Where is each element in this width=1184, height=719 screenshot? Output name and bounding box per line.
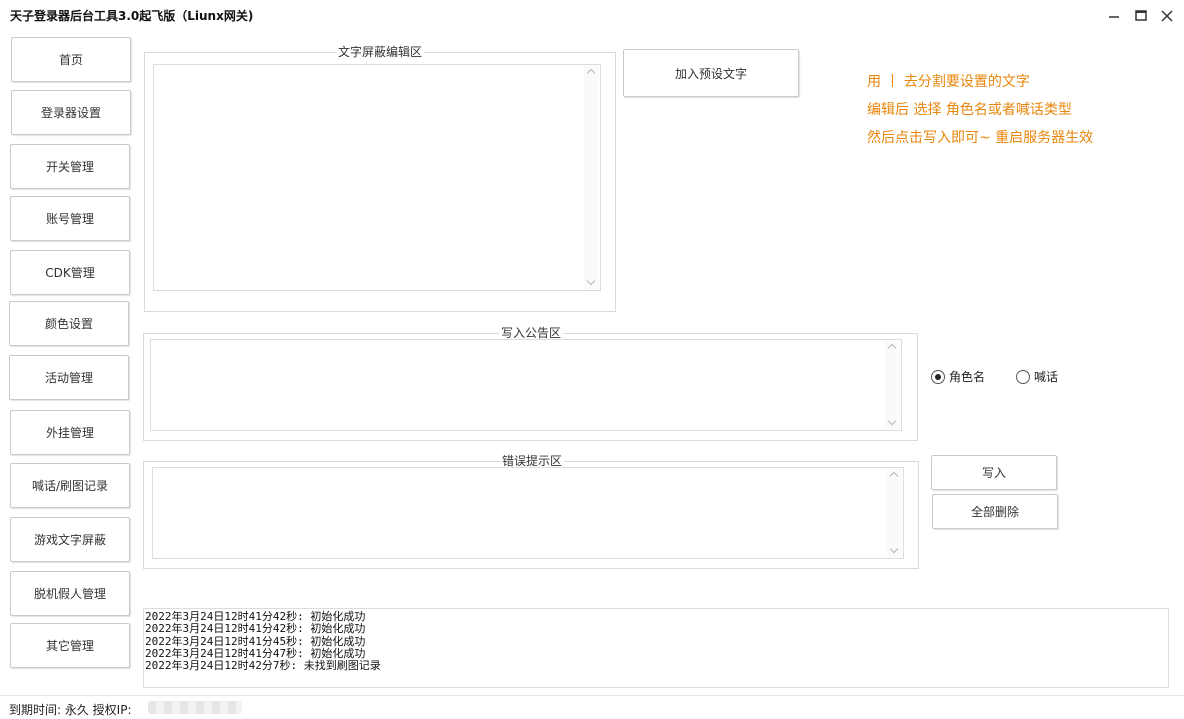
redacted-ip-value — [148, 701, 242, 714]
sidebar-item-label: 活动管理 — [44, 371, 93, 385]
scroll-up-icon[interactable] — [887, 343, 897, 353]
expiry-and-ip-label: 到期时间: 永久 授权IP: — [9, 703, 132, 717]
maximize-icon[interactable] — [1131, 6, 1151, 26]
filter-text-scrollbar[interactable] — [584, 66, 599, 289]
announcement-text-input[interactable] — [150, 339, 902, 431]
log-line: 2022年3月24日12时41分42秒: 初始化成功 — [145, 622, 366, 636]
hint-line-3: 然后点击写入即可~ 重启服务器生效 — [867, 130, 1094, 146]
error-scrollbar[interactable] — [887, 469, 902, 557]
sidebar-item-cdk-management[interactable]: CDK管理 — [10, 250, 130, 295]
scroll-down-icon[interactable] — [586, 276, 596, 286]
sidebar-item-label: 喊话/刷图记录 — [31, 479, 109, 493]
sidebar-item-label: 登录器设置 — [40, 106, 101, 120]
announcement-group: 写入公告区 — [143, 326, 918, 441]
sidebar-item-chat-records[interactable]: 喊话/刷图记录 — [10, 463, 130, 508]
write-button[interactable]: 写入 — [931, 455, 1057, 490]
scroll-down-icon[interactable] — [889, 544, 899, 554]
sidebar-item-label: 脱机假人管理 — [33, 587, 106, 601]
sidebar-item-label: 账号管理 — [45, 212, 94, 226]
radio-checked-icon[interactable] — [931, 369, 945, 384]
log-line: 2022年3月24日12时42分7秒: 未找到刷图记录 — [145, 659, 381, 673]
scroll-down-icon[interactable] — [887, 416, 897, 426]
hint-line-1: 用 丨 去分割要设置的文字 — [867, 74, 1030, 90]
add-preset-text-label: 加入预设文字 — [674, 66, 747, 81]
radio-unchecked-icon[interactable] — [1016, 369, 1030, 384]
sidebar-item-other-management[interactable]: 其它管理 — [10, 623, 130, 668]
delete-all-button-label: 全部删除 — [970, 505, 1019, 519]
sidebar-item-label: 游戏文字屏蔽 — [33, 533, 106, 547]
delete-all-button[interactable]: 全部删除 — [932, 494, 1058, 529]
add-preset-text-button[interactable]: 加入预设文字 — [623, 49, 799, 97]
sidebar-item-label: CDK管理 — [45, 266, 95, 280]
error-group: 错误提示区 — [143, 454, 919, 569]
sidebar-item-label: 开关管理 — [45, 160, 94, 174]
filter-text-input[interactable] — [153, 64, 601, 291]
filter-edit-group: 文字屏蔽编辑区 — [144, 45, 616, 312]
radio-role-name[interactable]: 角色名 — [931, 368, 985, 385]
announcement-scrollbar[interactable] — [885, 341, 900, 429]
sidebar-item-switch-management[interactable]: 开关管理 — [10, 144, 130, 189]
sidebar-item-label: 首页 — [58, 53, 83, 67]
sidebar-item-label: 外挂管理 — [45, 426, 94, 440]
sidebar-item-label: 其它管理 — [45, 639, 94, 653]
sidebar-item-offline-bot-management[interactable]: 脱机假人管理 — [10, 571, 130, 616]
sidebar-item-account-management[interactable]: 账号管理 — [10, 196, 130, 241]
status-bar: 到期时间: 永久 授权IP: — [0, 695, 1184, 719]
sidebar-item-text-filter[interactable]: 游戏文字屏蔽 — [10, 517, 130, 562]
write-button-label: 写入 — [981, 466, 1006, 480]
filter-edit-group-title: 文字屏蔽编辑区 — [336, 45, 425, 60]
close-icon[interactable] — [1157, 6, 1177, 26]
error-text-output[interactable] — [152, 467, 904, 559]
sidebar-item-launcher-settings[interactable]: 登录器设置 — [11, 90, 131, 135]
radio-shout-label: 喊话 — [1034, 370, 1059, 384]
sidebar-item-cheat-management[interactable]: 外挂管理 — [10, 410, 130, 455]
minimize-icon[interactable] — [1104, 6, 1124, 26]
window-title: 天子登录器后台工具3.0起飞版（Liunx网关) — [10, 9, 254, 23]
hint-line-2: 编辑后 选择 角色名或者喊话类型 — [867, 102, 1072, 118]
scroll-up-icon[interactable] — [889, 471, 899, 481]
sidebar-item-color-settings[interactable]: 颜色设置 — [9, 301, 129, 346]
scroll-up-icon[interactable] — [586, 68, 596, 78]
sidebar-item-home[interactable]: 首页 — [11, 37, 131, 82]
log-output[interactable]: 2022年3月24日12时41分42秒: 初始化成功 2022年3月24日12时… — [143, 608, 1169, 688]
sidebar-item-event-management[interactable]: 活动管理 — [9, 355, 129, 400]
sidebar-item-label: 颜色设置 — [44, 317, 93, 331]
title-bar: 天子登录器后台工具3.0起飞版（Liunx网关) — [0, 0, 1184, 32]
radio-role-name-label: 角色名 — [949, 370, 986, 384]
radio-shout[interactable]: 喊话 — [1016, 368, 1058, 385]
